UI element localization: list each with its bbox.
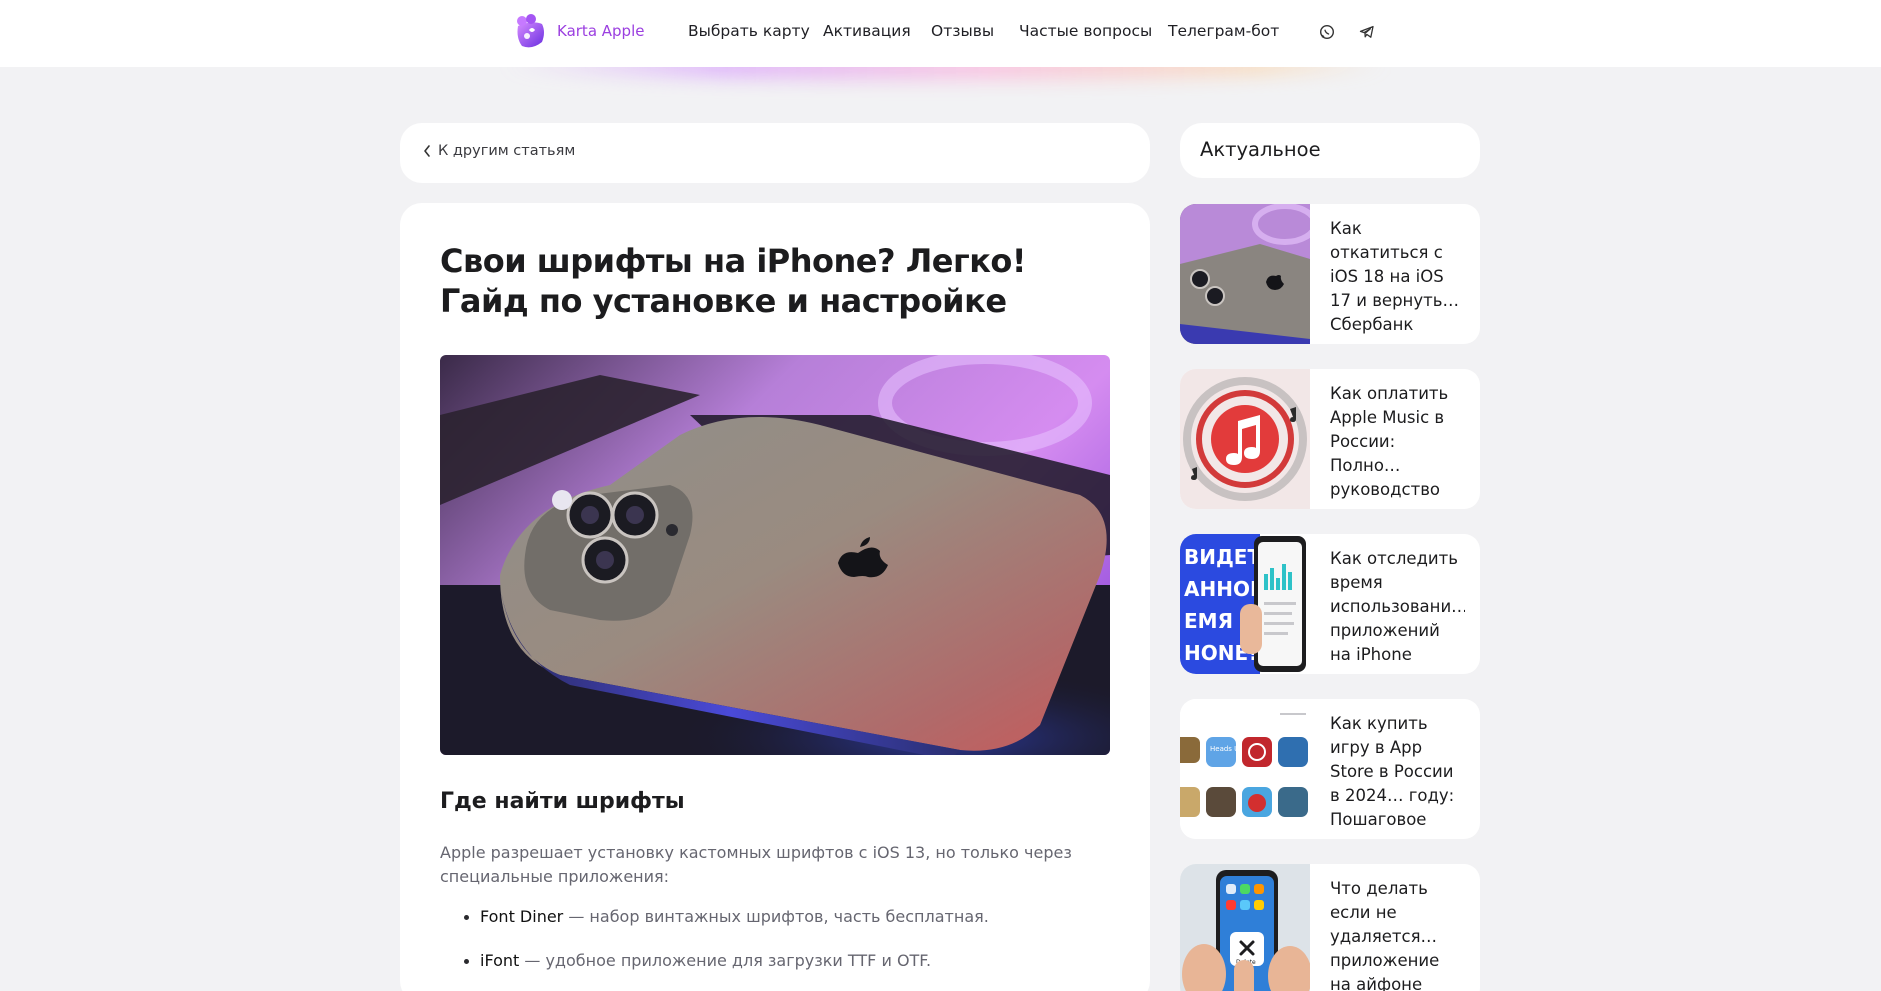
article-thumbnail — [1180, 369, 1310, 509]
nav-choose-card[interactable]: Выбрать карту — [688, 22, 810, 40]
list-item: iFont — удобное приложение для загрузки … — [440, 949, 1100, 973]
sidebar-article-card[interactable]: Delete Что делать если не удаляется… при… — [1180, 864, 1480, 991]
app-name: iFont — [480, 951, 520, 970]
banner-line: АННОЕ — [1184, 577, 1264, 601]
hero-image-iphone — [440, 355, 1110, 755]
app-description: — удобное приложение для загрузки TTF и … — [519, 951, 932, 970]
back-link-label: К другим статьям — [438, 143, 576, 159]
article-thumbnail — [1180, 204, 1310, 344]
app-description: — набор винтажных шрифтов, часть бесплат… — [563, 907, 989, 926]
article-paragraph: Apple разрешает установку кастомных шриф… — [440, 843, 1072, 886]
brand-name: Karta Apple — [557, 22, 645, 40]
sidebar-article-title: Как купить игру в App Store в России в 2… — [1330, 714, 1455, 829]
sidebar-article-title: Как отследить время использовани… прилож… — [1330, 549, 1465, 664]
nav-telegram-bot[interactable]: Телеграм-бот — [1168, 22, 1279, 40]
sidebar-article-card[interactable]: ВИДЕТЬ АННОЕ ЕМЯ HONE? Как отследить вре… — [1180, 534, 1480, 674]
article-card: Свои шрифты на iPhone? Легко! Гайд по ус… — [400, 203, 1150, 991]
gift-card-icon — [517, 14, 544, 48]
app-name: Font Diner — [480, 907, 564, 926]
sidebar-article-title: Что делать если не удаляется… приложение… — [1330, 879, 1440, 991]
nav-faq[interactable]: Частые вопросы — [1019, 22, 1152, 40]
sidebar-article-title: Как откатиться с iOS 18 на iOS 17 и верн… — [1330, 219, 1459, 334]
chevron-left-icon — [424, 145, 430, 157]
nav-reviews[interactable]: Отзывы — [931, 22, 994, 40]
app-list: Font Diner — набор винтажных шрифтов, ча… — [440, 905, 1100, 973]
section-heading: Где найти шрифты — [440, 789, 685, 814]
back-to-articles-link[interactable]: К другим статьям — [422, 143, 575, 159]
whatsapp-icon[interactable] — [1317, 22, 1337, 42]
banner-line: ЕМЯ — [1184, 609, 1233, 633]
sidebar-article-card[interactable]: Heads Up! Как купить игру в App Store в … — [1180, 699, 1480, 839]
heads-up-label: Heads Up! — [1210, 745, 1247, 753]
brand-logo[interactable]: Karta Apple — [512, 12, 644, 50]
sidebar-article-card[interactable]: Как откатиться с iOS 18 на iOS 17 и верн… — [1180, 204, 1480, 344]
article-thumbnail: Delete — [1180, 864, 1310, 991]
sidebar-title: Актуальное — [1200, 138, 1321, 161]
article-thumbnail: Heads Up! — [1180, 699, 1310, 839]
telegram-icon[interactable] — [1357, 22, 1377, 42]
list-item: Font Diner — набор винтажных шрифтов, ча… — [440, 905, 1100, 929]
article-title: Свои шрифты на iPhone? Легко! Гайд по ус… — [440, 242, 1026, 320]
sidebar-article-card[interactable]: Как оплатить Apple Music в России: Полно… — [1180, 369, 1480, 509]
site-header: Karta Apple Выбрать карту Активация Отзы… — [0, 0, 1881, 67]
article-thumbnail: ВИДЕТЬ АННОЕ ЕМЯ HONE? — [1180, 534, 1310, 674]
sidebar-header: Актуальное — [1180, 123, 1480, 178]
nav-activation[interactable]: Активация — [823, 22, 911, 40]
back-card: К другим статьям — [400, 123, 1150, 183]
sidebar-article-title: Как оплатить Apple Music в России: Полно… — [1330, 384, 1449, 499]
